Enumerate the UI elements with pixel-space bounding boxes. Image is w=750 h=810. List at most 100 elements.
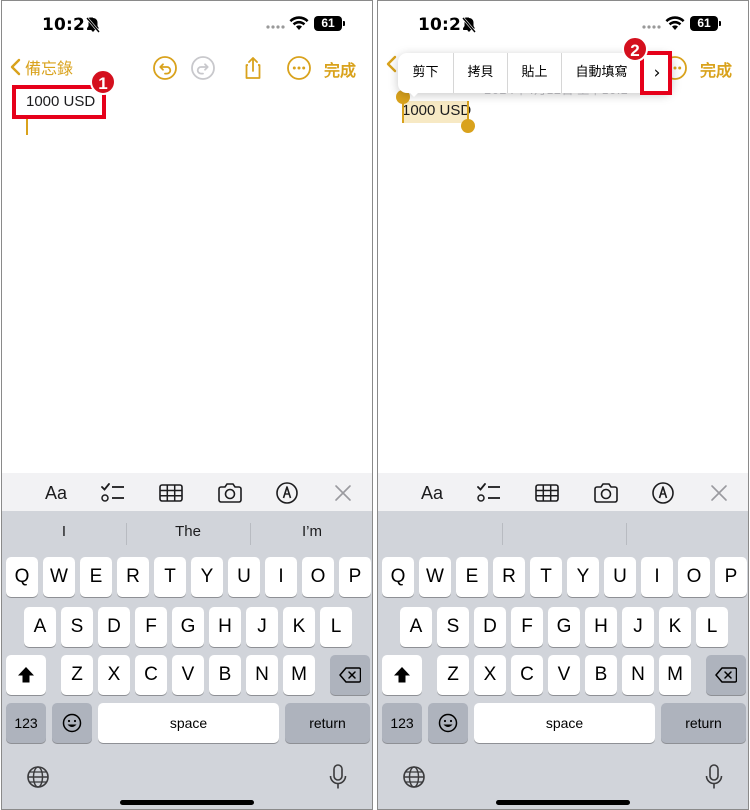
numbers-key[interactable]: 123 <box>382 703 422 743</box>
numbers-key[interactable]: 123 <box>6 703 46 743</box>
key-z[interactable]: Z <box>437 655 469 695</box>
key-h[interactable]: H <box>585 607 617 647</box>
done-button[interactable]: 完成 <box>324 57 356 81</box>
key-y[interactable]: Y <box>191 557 223 597</box>
key-x[interactable]: X <box>474 655 506 695</box>
suggestion-2[interactable]: The <box>126 523 250 540</box>
key-i[interactable]: I <box>265 557 297 597</box>
key-t[interactable]: T <box>530 557 562 597</box>
space-key[interactable]: space <box>474 703 655 743</box>
done-button[interactable]: 完成 <box>700 57 732 81</box>
redo-icon[interactable] <box>190 55 216 81</box>
key-g[interactable]: G <box>548 607 580 647</box>
key-w[interactable]: W <box>419 557 451 597</box>
key-d[interactable]: D <box>474 607 506 647</box>
close-toolbar-button[interactable] <box>332 479 354 507</box>
key-b[interactable]: B <box>209 655 241 695</box>
key-l[interactable]: L <box>320 607 352 647</box>
key-g[interactable]: G <box>172 607 204 647</box>
camera-button[interactable] <box>216 479 244 507</box>
key-j[interactable]: J <box>246 607 278 647</box>
key-k[interactable]: K <box>659 607 691 647</box>
key-h[interactable]: H <box>209 607 241 647</box>
close-toolbar-button[interactable] <box>708 479 730 507</box>
key-u[interactable]: U <box>604 557 636 597</box>
key-e[interactable]: E <box>80 557 112 597</box>
return-key[interactable]: return <box>661 703 746 743</box>
key-f[interactable]: F <box>511 607 543 647</box>
key-i[interactable]: I <box>641 557 673 597</box>
shift-key[interactable] <box>6 655 46 695</box>
key-v[interactable]: V <box>548 655 580 695</box>
globe-icon[interactable] <box>26 765 50 789</box>
key-y[interactable]: Y <box>567 557 599 597</box>
screenshot-right: 10:21 61 完成 2024年4月12日 上午10:2 1000 USD 剪… <box>377 0 749 810</box>
key-j[interactable]: J <box>622 607 654 647</box>
markup-button[interactable] <box>274 479 300 507</box>
key-t[interactable]: T <box>154 557 186 597</box>
key-p[interactable]: P <box>339 557 371 597</box>
home-indicator <box>120 800 254 805</box>
key-m[interactable]: M <box>283 655 315 695</box>
key-s[interactable]: S <box>437 607 469 647</box>
key-u[interactable]: U <box>228 557 260 597</box>
keyboard: Q W E R T Y U I O P A S D F G H J K L Z … <box>378 511 748 809</box>
back-label: 備忘錄 <box>25 59 74 78</box>
key-z[interactable]: Z <box>61 655 93 695</box>
key-o[interactable]: O <box>678 557 710 597</box>
selection-end-handle[interactable] <box>461 119 475 133</box>
checklist-button[interactable] <box>100 479 126 507</box>
key-e[interactable]: E <box>456 557 488 597</box>
key-m[interactable]: M <box>659 655 691 695</box>
key-a[interactable]: A <box>400 607 432 647</box>
menu-item-copy[interactable]: 拷貝 <box>454 53 508 93</box>
suggestion-3[interactable]: I’m <box>250 523 372 540</box>
return-key[interactable]: return <box>285 703 370 743</box>
key-k[interactable]: K <box>283 607 315 647</box>
back-button[interactable]: 備忘錄 <box>10 55 73 79</box>
key-w[interactable]: W <box>43 557 75 597</box>
key-p[interactable]: P <box>715 557 747 597</box>
markup-button[interactable] <box>650 479 676 507</box>
key-l[interactable]: L <box>696 607 728 647</box>
key-d[interactable]: D <box>98 607 130 647</box>
emoji-key[interactable] <box>52 703 92 743</box>
microphone-icon[interactable] <box>704 763 724 791</box>
delete-key[interactable] <box>330 655 370 695</box>
more-icon[interactable] <box>286 55 312 81</box>
key-q[interactable]: Q <box>382 557 414 597</box>
delete-key[interactable] <box>706 655 746 695</box>
key-r[interactable]: R <box>493 557 525 597</box>
shift-arrow-icon <box>394 667 410 683</box>
key-f[interactable]: F <box>135 607 167 647</box>
menu-item-paste[interactable]: 貼上 <box>508 53 562 93</box>
key-c[interactable]: C <box>511 655 543 695</box>
camera-button[interactable] <box>592 479 620 507</box>
share-icon[interactable] <box>240 55 266 81</box>
table-button[interactable] <box>534 479 560 507</box>
menu-item-cut[interactable]: 剪下 <box>398 53 454 93</box>
key-c[interactable]: C <box>135 655 167 695</box>
key-b[interactable]: B <box>585 655 617 695</box>
microphone-icon[interactable] <box>328 763 348 791</box>
undo-icon[interactable] <box>152 55 178 81</box>
text-format-button[interactable]: Aa <box>418 479 446 507</box>
checklist-button[interactable] <box>476 479 502 507</box>
text-format-button[interactable]: Aa <box>42 479 70 507</box>
key-o[interactable]: O <box>302 557 334 597</box>
table-button[interactable] <box>158 479 184 507</box>
emoji-key[interactable] <box>428 703 468 743</box>
key-r[interactable]: R <box>117 557 149 597</box>
key-q[interactable]: Q <box>6 557 38 597</box>
key-n[interactable]: N <box>622 655 654 695</box>
key-n[interactable]: N <box>246 655 278 695</box>
space-key[interactable]: space <box>98 703 279 743</box>
suggestion-1[interactable]: I <box>2 523 126 540</box>
key-s[interactable]: S <box>61 607 93 647</box>
key-x[interactable]: X <box>98 655 130 695</box>
shift-key[interactable] <box>382 655 422 695</box>
globe-icon[interactable] <box>402 765 426 789</box>
note-body-text[interactable]: 1000 USD <box>402 102 471 119</box>
key-a[interactable]: A <box>24 607 56 647</box>
key-v[interactable]: V <box>172 655 204 695</box>
